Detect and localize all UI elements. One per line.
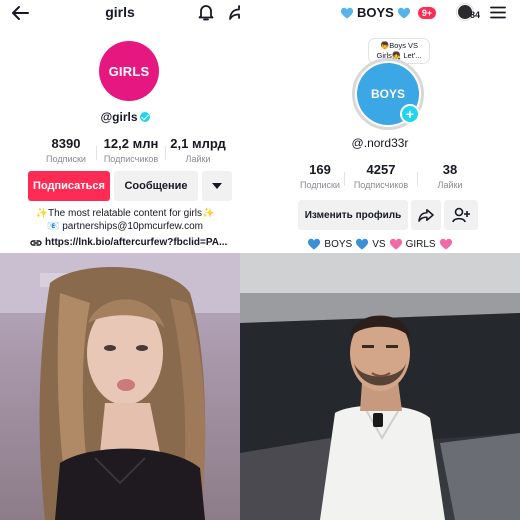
profile-handle: @.nord33r [351, 136, 409, 150]
avatar[interactable]: GIRLS [99, 41, 159, 101]
handle-text: @girls [100, 110, 138, 124]
notification-badge[interactable]: 9+ [417, 6, 437, 19]
following-label: Подписки [46, 154, 86, 164]
girl-portrait-image [0, 253, 240, 520]
following-label: Подписки [300, 180, 340, 190]
followers-count: 12,2 млн [103, 136, 159, 151]
following-stat[interactable]: 8390 Подписки [36, 136, 96, 164]
man-portrait-image [240, 253, 520, 520]
caret-down-icon [212, 183, 222, 189]
video-thumbnail-girl[interactable] [0, 253, 240, 520]
add-story-plus-icon[interactable]: + [400, 104, 420, 124]
share-profile-button[interactable] [411, 200, 441, 230]
bio-line-2: 📧 partnerships@10pmcurfew.com [47, 221, 203, 232]
share-icon [418, 209, 434, 222]
title-text: BOYS [357, 5, 394, 20]
boys-word: BOYS [324, 238, 353, 250]
likes-count: 2,1 млрд [170, 136, 226, 151]
stats-row-right: 169 Подписки 4257 Подписчиков 38 Лайки [296, 162, 482, 190]
blue-heart-icon [308, 238, 321, 250]
bio-boys-vs-girls: BOYS VS GIRLS [240, 238, 520, 250]
pink-heart-icon [439, 238, 452, 250]
bio-link[interactable]: https://lnk.bio/aftercurfew?fbclid=PA... [30, 237, 227, 248]
link-text: https://lnk.bio/aftercurfew?fbclid=PA... [45, 237, 228, 248]
avatar-text: BOYS [370, 87, 405, 101]
bio-line-1: ✨The most relatable content for girls✨ [35, 208, 215, 219]
followers-count: 4257 [366, 162, 396, 177]
likes-stat[interactable]: 2,1 млрд Лайки [166, 136, 230, 164]
following-count: 169 [309, 162, 331, 177]
page-title-right: BOYS 9+ [340, 5, 437, 20]
edit-profile-button[interactable]: Изменить профиль [298, 200, 408, 230]
blue-heart-icon [397, 7, 410, 19]
followers-stat[interactable]: 12,2 млн Подписчиков [97, 136, 165, 164]
following-count: 8390 [51, 136, 81, 151]
followers-stat[interactable]: 4257 Подписчиков [345, 162, 417, 190]
girls-word: GIRLS [405, 238, 436, 250]
add-user-icon [452, 207, 470, 223]
followers-label: Подписчиков [353, 180, 409, 190]
likes-label: Лайки [185, 154, 211, 164]
add-friend-button[interactable] [444, 200, 478, 230]
subscribe-button[interactable]: Подписаться [28, 171, 110, 201]
likes-count: 38 [442, 162, 458, 177]
blue-heart-icon [356, 238, 369, 250]
likes-label: Лайки [437, 180, 463, 190]
pink-heart-icon [389, 238, 402, 250]
avatar-text: GIRLS [108, 63, 150, 79]
girls-profile-panel: girls GIRLS @girls 8390 Подписки 12,2 мл… [0, 0, 240, 520]
likes-stat[interactable]: 38 Лайки [418, 162, 482, 190]
video-thumbnail-man[interactable] [240, 253, 520, 520]
followers-label: Подписчиков [103, 154, 159, 164]
profile-handle: @girls [0, 110, 240, 124]
vs-word: VS [372, 238, 386, 250]
left-top-bar: girls [0, 0, 240, 26]
blue-heart-icon [340, 7, 354, 19]
message-button[interactable]: Сообщение [114, 171, 198, 201]
share-icon[interactable] [227, 2, 240, 22]
following-stat[interactable]: 169 Подписки [296, 162, 344, 190]
link-icon [30, 239, 42, 246]
menu-icon[interactable] [489, 4, 507, 20]
bell-icon[interactable] [196, 2, 216, 22]
more-dropdown-button[interactable] [202, 171, 232, 201]
note-line-1: 👦Boys VS [379, 41, 419, 50]
stats-row: 8390 Подписки 12,2 млн Подписчиков 2,1 м… [36, 136, 230, 164]
verified-badge-icon [139, 112, 150, 122]
story-count: 84 [470, 10, 481, 20]
